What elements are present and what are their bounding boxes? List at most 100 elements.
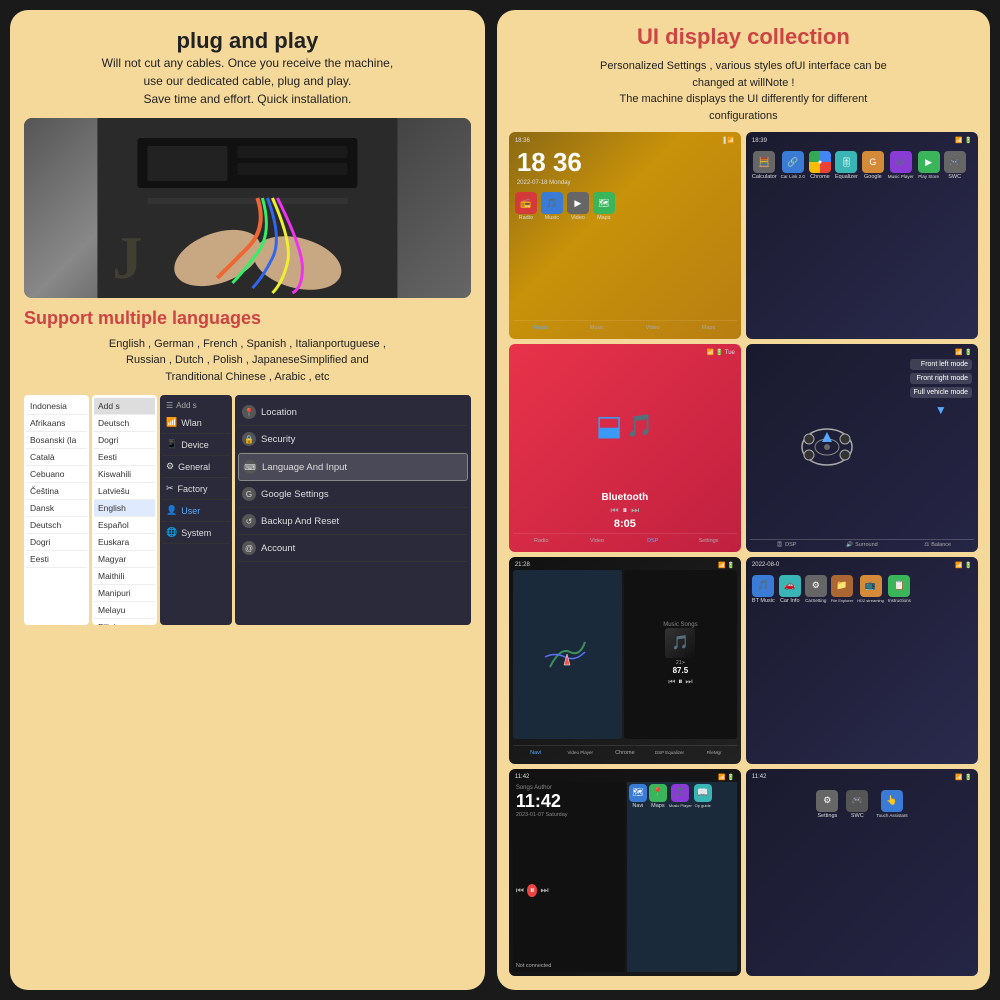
menu-item-device[interactable]: 📱Device <box>162 434 230 456</box>
ui-collection-subtitle: Personalized Settings , various styles o… <box>509 58 978 124</box>
app-carlink[interactable]: 🔗 <box>782 151 804 173</box>
settings-menu-col: ☰Add s 📶Wlan 📱Device ⚙General ✂Factory 👤… <box>160 395 232 625</box>
settings-item-security[interactable]: 🔒 Security <box>238 426 468 453</box>
ui-cell-app-grid3: 11:42📶 🔋 ⚙ Settings 🎮 SWC 👆 <box>746 769 978 976</box>
settings-right-col: 📍 Location 🔒 Security ⌨ Language And Inp… <box>235 395 471 625</box>
tab3-radio[interactable]: Radio <box>515 536 568 546</box>
cell4-dsp-tabs: 🎚DSP 🔊Surround ⚖Balance <box>750 539 974 548</box>
language-text: English , German , French , Spanish , It… <box>24 336 471 386</box>
lang-item: Euskara <box>94 534 155 551</box>
app-chrome[interactable]: ● <box>809 151 831 173</box>
ui-cell-clock-home: 18:36 ▐ 📶 18 36 2022-07-18 Monday 📻 Radi… <box>509 132 741 339</box>
lang-item: Magyar <box>94 551 155 568</box>
dsp-front-left[interactable]: Front left mode <box>910 359 972 370</box>
app-icon-video[interactable]: ▶ <box>567 192 589 214</box>
language-section: Support multiple languages English , Ger… <box>24 308 471 385</box>
lang-item: Čeština <box>26 483 87 500</box>
menu-item-user[interactable]: 👤User <box>162 500 230 522</box>
bt-icon: ⬓ <box>596 409 622 442</box>
lang-item: Dogri <box>94 432 155 449</box>
language-title: Support multiple languages <box>24 308 471 330</box>
menu-item-general[interactable]: ⚙General <box>162 456 230 478</box>
tab3-settings[interactable]: Settings <box>682 536 735 546</box>
plug-section: plug and play Will not cut any cables. O… <box>24 28 471 108</box>
app-swc2[interactable]: 🎮 <box>846 790 868 812</box>
cell8-topbar: 11:42📶 🔋 <box>750 773 974 782</box>
app-icon-radio[interactable]: 📻 <box>515 192 537 214</box>
tab5-chrome[interactable]: Chrome <box>604 748 646 758</box>
ui-cell-app-grid2: 2022-08-0📶 🔋 🎵 BT Music 🚗 Car Info ⚙ <box>746 557 978 764</box>
app-icon-music[interactable]: 🎵 <box>541 192 563 214</box>
tab-video[interactable]: Video <box>626 323 679 333</box>
settings-item-account[interactable]: @ Account <box>238 535 468 562</box>
app-settings2[interactable]: ⚙ <box>816 790 838 812</box>
ui-cell-nav-music: 21:28📶 🔋 <box>509 557 741 764</box>
tab-maps[interactable]: Maps <box>682 323 735 333</box>
tab3-video[interactable]: Video <box>571 536 624 546</box>
dsp-tab[interactable]: 🎚DSP <box>750 542 823 548</box>
lang-item: Eesti <box>26 551 87 568</box>
tab3-dsp[interactable]: DSP <box>626 536 679 546</box>
right-panel: UI display collection Personalized Setti… <box>497 10 990 990</box>
app-hd2[interactable]: 📺 <box>860 575 882 597</box>
settings-item-google[interactable]: G Google Settings <box>238 481 468 508</box>
tab-music[interactable]: Music <box>571 323 624 333</box>
lang-item: Kiswahili <box>94 466 155 483</box>
settings-item-backup[interactable]: ↺ Backup And Reset <box>238 508 468 535</box>
menu-item-system[interactable]: 🌐System <box>162 522 230 544</box>
dsp-front-right[interactable]: Front right mode <box>910 373 972 384</box>
date-display: 2022-07-18 Monday <box>513 180 737 186</box>
dsp-full-vehicle[interactable]: Full vehicle mode <box>910 387 972 398</box>
settings-item-location[interactable]: 📍 Location <box>238 399 468 426</box>
app-carsetting[interactable]: ⚙ <box>805 575 827 597</box>
surround-tab[interactable]: 🔊Surround <box>826 542 899 548</box>
lang-list-col2: Add s Deutsch Dogri Eesti Kiswahili Latv… <box>92 395 157 625</box>
cell6-topbar: 2022-08-0📶 🔋 <box>750 561 974 570</box>
balance-tab[interactable]: ⚖Balance <box>901 542 974 548</box>
plug-image: J <box>24 118 471 298</box>
app-btmusic[interactable]: 🎵 <box>752 575 774 597</box>
tab5-dsp[interactable]: DSP Equalizer <box>649 748 691 758</box>
cell5-topbar: 21:28📶 🔋 <box>513 561 737 570</box>
app-icon-maps[interactable]: 🗺 <box>593 192 615 214</box>
lang-item: Latviešu <box>94 483 155 500</box>
app-navi2[interactable]: 🗺 <box>629 784 647 802</box>
app-fileexplorer[interactable]: 📁 <box>831 575 853 597</box>
lang-item: Melayu <box>94 602 155 619</box>
app-touchassist[interactable]: 👆 <box>881 790 903 812</box>
app-musicplayer[interactable]: 🎶 <box>890 151 912 173</box>
app-carinfo[interactable]: 🚗 <box>779 575 801 597</box>
ui-cell-dsp: 📶 🔋 <box>746 344 978 551</box>
app-maps2[interactable]: 📍 <box>649 784 667 802</box>
cell3-topbar: 📶 🔋 Tue <box>513 348 737 357</box>
tab5-files[interactable]: FileMgr <box>693 748 735 758</box>
lang-item: Bosanski (la <box>26 432 87 449</box>
settings-item-language[interactable]: ⌨ Language And Input <box>238 453 468 481</box>
plug-description: Will not cut any cables. Once you receiv… <box>24 54 471 108</box>
cell-topbar: 18:36 ▐ 📶 <box>513 136 737 145</box>
app-musicplayer2[interactable]: 🎵 <box>671 784 689 802</box>
big-clock: 18 36 <box>513 145 737 180</box>
app-instructions[interactable]: 📋 <box>888 575 910 597</box>
lang-item: Add s <box>94 398 155 415</box>
svg-text:J: J <box>112 225 142 291</box>
menu-item-factory[interactable]: ✂Factory <box>162 478 230 500</box>
main-container: plug and play Will not cut any cables. O… <box>10 10 990 990</box>
tab5-video[interactable]: Video Player <box>559 748 601 758</box>
menu-item-wlan[interactable]: 📶Wlan <box>162 412 230 434</box>
cell3-bottom: Radio Video DSP Settings <box>513 533 737 548</box>
ui-collection-title: UI display collection <box>509 24 978 50</box>
app-calculator[interactable]: 🧮 <box>753 151 775 173</box>
ui-cell-app-grid: 18:39📶 🔋 🧮 Calculator 🔗 Car Link 2.0 ● <box>746 132 978 339</box>
tab5-navi[interactable]: Navi <box>515 748 557 758</box>
cell5-bottom: Navi Video Player Chrome DSP Equalizer F… <box>513 745 737 760</box>
app-swc[interactable]: 🎮 <box>944 151 966 173</box>
app-playstore[interactable]: ▶ <box>918 151 940 173</box>
app-equalizer[interactable]: 🎚 <box>835 151 857 173</box>
app-opguide[interactable]: 📖 <box>694 784 712 802</box>
menu-header: ☰Add s <box>162 399 230 412</box>
cell2-topbar: 18:39📶 🔋 <box>750 136 974 145</box>
ui-cell-bluetooth: 📶 🔋 Tue ⬓ 🎵 Bluetooth ⏮ ⏸ ⏭ 8 <box>509 344 741 551</box>
app-google[interactable]: G <box>862 151 884 173</box>
tab-radio[interactable]: Radio <box>515 323 568 333</box>
